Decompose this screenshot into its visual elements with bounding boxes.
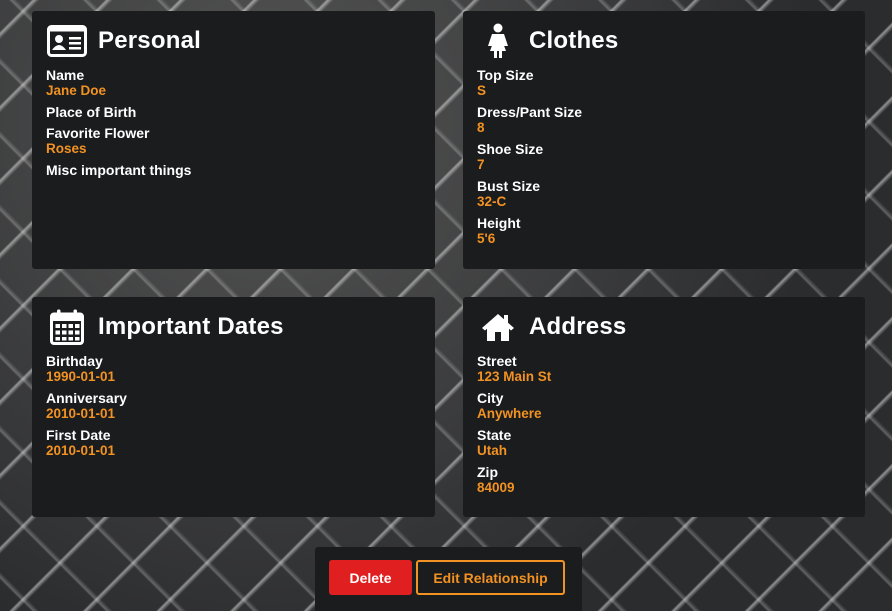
field-label: Height (477, 215, 521, 231)
card-title: Address (529, 313, 627, 340)
field-label: First Date (46, 427, 111, 443)
field-label: State (477, 427, 512, 443)
field-height: Height 5'6 (477, 215, 851, 247)
field-label: Anniversary (46, 390, 127, 406)
field-label: Favorite Flower (46, 125, 150, 141)
field-label: Shoe Size (477, 141, 544, 157)
clothes-fields: Top Size S Dress/Pant Size 8 Shoe Size 7… (477, 67, 851, 247)
field-label: Street (477, 353, 517, 369)
field-value: 2010-01-01 (46, 406, 116, 421)
address-card: Address Street 123 Main St City Anywhere… (463, 297, 865, 517)
field-value: Utah (477, 443, 507, 458)
clothes-card: Clothes Top Size S Dress/Pant Size 8 Sho… (463, 11, 865, 269)
field-label: Dress/Pant Size (477, 104, 583, 120)
card-title: Personal (98, 27, 201, 54)
field-value: 8 (477, 120, 485, 135)
personal-header: Personal (46, 23, 421, 59)
field-value: 123 Main St (477, 369, 552, 384)
personal-card: Personal Name Jane Doe Place of Birth Fa… (32, 11, 435, 269)
field-value: Jane Doe (46, 83, 107, 98)
edit-relationship-button[interactable]: Edit Relationship (416, 560, 565, 595)
field-misc: Misc important things (46, 162, 421, 178)
field-value: Roses (46, 141, 87, 156)
delete-button[interactable]: Delete (329, 560, 412, 595)
field-name: Name Jane Doe (46, 67, 421, 99)
field-label: Bust Size (477, 178, 541, 194)
field-label: Misc important things (46, 162, 192, 178)
calendar-icon (46, 309, 88, 345)
field-value: S (477, 83, 487, 98)
field-value: 5'6 (477, 231, 496, 246)
field-value: 1990-01-01 (46, 369, 116, 384)
action-bar: Delete Edit Relationship (315, 547, 582, 611)
field-birthday: Birthday 1990-01-01 (46, 353, 421, 385)
home-icon (477, 310, 519, 344)
address-header: Address (477, 309, 851, 345)
field-label: Top Size (477, 67, 534, 83)
field-value: 7 (477, 157, 485, 172)
field-anniversary: Anniversary 2010-01-01 (46, 390, 421, 422)
dates-fields: Birthday 1990-01-01 Anniversary 2010-01-… (46, 353, 421, 459)
card-title: Important Dates (98, 313, 284, 340)
field-street: Street 123 Main St (477, 353, 851, 385)
field-label: Zip (477, 464, 498, 480)
field-label: Birthday (46, 353, 103, 369)
field-dress-pant-size: Dress/Pant Size 8 (477, 104, 851, 136)
address-fields: Street 123 Main St City Anywhere State U… (477, 353, 851, 496)
field-shoe-size: Shoe Size 7 (477, 141, 851, 173)
female-icon (477, 23, 519, 58)
field-value: Anywhere (477, 406, 542, 421)
field-place-of-birth: Place of Birth (46, 104, 421, 120)
field-favorite-flower: Favorite Flower Roses (46, 125, 421, 157)
field-city: City Anywhere (477, 390, 851, 422)
field-value: 2010-01-01 (46, 443, 116, 458)
field-top-size: Top Size S (477, 67, 851, 99)
dates-card: Important Dates Birthday 1990-01-01 Anni… (32, 297, 435, 517)
id-card-icon (46, 24, 88, 58)
field-label: Name (46, 67, 85, 83)
field-label: Place of Birth (46, 104, 137, 120)
field-value: 84009 (477, 480, 515, 495)
personal-fields: Name Jane Doe Place of Birth Favorite Fl… (46, 67, 421, 178)
clothes-header: Clothes (477, 23, 851, 59)
field-label: City (477, 390, 504, 406)
field-zip: Zip 84009 (477, 464, 851, 496)
field-first-date: First Date 2010-01-01 (46, 427, 421, 459)
field-bust-size: Bust Size 32-C (477, 178, 851, 210)
card-title: Clothes (529, 27, 619, 54)
dates-header: Important Dates (46, 309, 421, 345)
field-state: State Utah (477, 427, 851, 459)
field-value: 32-C (477, 194, 507, 209)
